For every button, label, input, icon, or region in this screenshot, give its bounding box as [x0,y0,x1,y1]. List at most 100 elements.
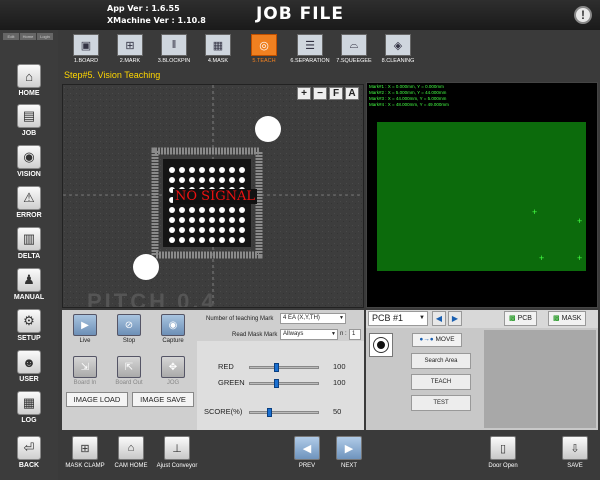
pcb-toolbar: PCB #1 ▼ ◀ ▶ ▩ PCB ▩ MASK [366,310,598,328]
tab-mask[interactable]: ▦ 4.MASK [194,32,242,64]
search-area-button[interactable]: Search Area [411,353,471,369]
step-label: 2.MARK [119,58,141,64]
tab-teach[interactable]: ◎ 5.TEACH [240,32,288,64]
pcb-prev-button[interactable]: ◀ [432,311,446,326]
mark-crosshair: + [577,253,583,263]
pad-dot [209,207,215,213]
tiny-button[interactable]: Edit [3,33,19,40]
pcb-button[interactable]: ▩ PCB [504,311,537,326]
mark-shape-preview[interactable] [369,333,393,357]
sidebar-item-label: JOB [21,130,37,137]
info-icon[interactable]: ! [574,6,592,24]
chevron-down-icon: ▼ [419,315,425,321]
zoom-in-button[interactable]: + [297,87,311,100]
sidebar-item-manual[interactable]: ♟ MANUAL [8,268,50,301]
tab-mark[interactable]: ⊞ 2.MARK [106,32,154,64]
live-button[interactable]: ▶ Live [66,314,104,344]
slider-thumb[interactable] [266,408,272,417]
tab-separation[interactable]: ☰ 6.SEPARATION [286,32,334,64]
mark-icon: ⊞ [117,34,143,56]
pad-dot [189,237,195,243]
video-camera-icon: ▶ [73,314,97,336]
cam-home-button[interactable]: ⌂ CAM HOME [106,436,156,469]
board-in-button[interactable]: ⇲ Board In [66,356,104,386]
sidebar-item-delta[interactable]: ▥ DELTA [8,227,50,260]
n-input[interactable]: 1 [349,329,361,340]
step-label: 3.BLOCKPIN [157,58,191,64]
pad-dot [169,207,175,213]
save-label: SAVE [567,463,583,469]
test-button[interactable]: TEST [411,395,471,411]
num-teaching-select[interactable]: 4 EA (X,Y,TH) ▼ [280,313,346,324]
sidebar-item-user[interactable]: ☻ USER [8,350,50,383]
sidebar-item-home[interactable]: ⌂ HOME [8,64,50,97]
mask-button-label: MASK [561,315,582,322]
pcb-next-button[interactable]: ▶ [448,311,462,326]
sidebar-item-label: VISION [17,171,41,178]
move-button[interactable]: ●→● MOVE [412,333,462,347]
pad-dot [219,227,225,233]
read-mask-select[interactable]: Allways ▼ [280,329,338,340]
slider-thumb[interactable] [273,363,279,372]
sidebar-item-error[interactable]: ⚠ ERROR [8,186,50,219]
door-open-label: Door Open [488,463,518,469]
adjust-conveyor-label: Ajust Conveyor [156,463,198,469]
adjust-conveyor-button[interactable]: ⊥ Ajust Conveyor [152,436,202,469]
slider-track[interactable] [249,366,319,369]
pcb-select[interactable]: PCB #1 ▼ [368,311,428,326]
zoom-out-button[interactable]: − [313,87,327,100]
pad-dot [219,167,225,173]
image-save-button[interactable]: IMAGE SAVE [132,392,194,407]
sidebar-item-setup[interactable]: ⚙ SETUP [8,309,50,342]
door-open-button[interactable]: ▯ Door Open [478,436,528,469]
teach-button[interactable]: TEACH [411,374,471,390]
slider-track[interactable] [249,382,319,385]
pad-dot [209,177,215,183]
tiny-button[interactable]: Home [20,33,36,40]
pcb-area: + + + + [377,122,586,271]
pcb-select-value: PCB #1 [372,313,404,323]
conveyor-icon: ⊥ [164,436,190,460]
sidebar-item-log[interactable]: ▦ LOG [8,391,50,424]
pad-dot [229,237,235,243]
pad-dot [179,167,185,173]
sidebar-item-label: SETUP [17,335,41,342]
step-bar: ▣ 1.BOARD ⊞ 2.MARK ‖ 3.BLOCKPIN ▦ 4.MASK ◎ 5.… [60,30,600,68]
zoom-auto-button[interactable]: A [345,87,359,100]
cam-home-label: CAM HOME [114,463,148,469]
pad-dot [169,217,175,223]
sidebar-item-job[interactable]: ▤ JOB [8,104,50,137]
tab-board[interactable]: ▣ 1.BOARD [62,32,110,64]
read-mask-label: Read Mask Mark [232,332,278,338]
camera-view[interactable]: NO SIGNAL PITCH 0.4 + − F A [62,84,364,308]
capture-button[interactable]: ◉ Capture [154,314,192,344]
sidebar-item-back[interactable]: ⏎ BACK [8,436,50,469]
pad-dot [199,177,205,183]
slider-track[interactable] [249,411,319,414]
pad-dot [209,237,215,243]
mark-coordinates: Mark#1 : X = 0.000mm, Y = 0.000mm Mark#2… [369,84,449,107]
tab-cleaning[interactable]: ◈ 8.CLEANING [374,32,422,64]
jog-button[interactable]: ✥ JOG [154,356,192,386]
board-out-button[interactable]: ⇱ Board Out [110,356,148,386]
slider-thumb[interactable] [273,379,279,388]
teach-icon: ◎ [251,34,277,56]
zoom-fit-button[interactable]: F [329,87,343,100]
arrow-right-icon: ▶ [336,436,362,460]
blockpin-icon: ‖ [161,34,187,56]
tiny-button[interactable]: Login [37,33,53,40]
save-button[interactable]: ⇩ SAVE [550,436,600,469]
camera-icon: ◉ [161,314,185,336]
tab-blockpin[interactable]: ‖ 3.BLOCKPIN [150,32,198,64]
mask-clamp-button[interactable]: ⊞ MASK CLAMP [60,436,110,469]
sidebar-item-label: USER [19,376,39,383]
slider-value: 100 [333,362,346,371]
sidebar-item-vision[interactable]: ◉ VISION [8,145,50,178]
stop-button[interactable]: ⊘ Stop [110,314,148,344]
next-button[interactable]: ▶ NEXT [324,436,374,469]
read-mask-value: Allways [283,331,304,337]
image-load-button[interactable]: IMAGE LOAD [66,392,128,407]
tab-squeegee[interactable]: ⌓ 7.SQUEEGEE [330,32,378,64]
pad-dot [229,207,235,213]
mask-button[interactable]: ▩ MASK [548,311,587,326]
